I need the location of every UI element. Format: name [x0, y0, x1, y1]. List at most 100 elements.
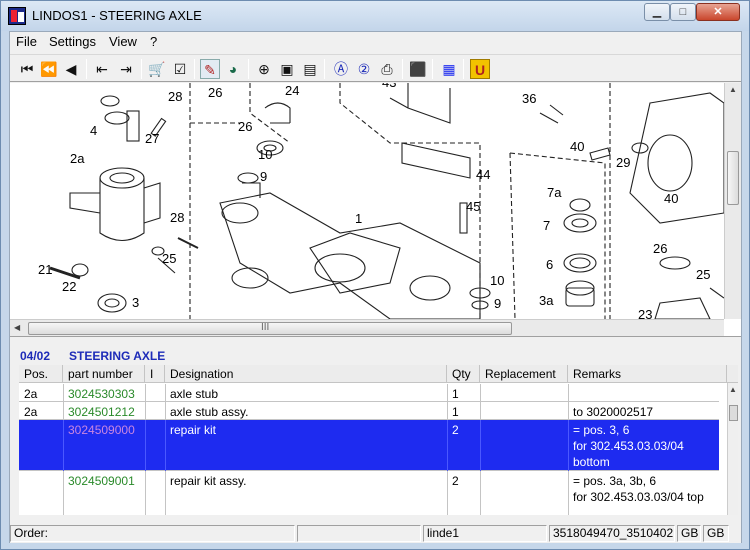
checklist-icon[interactable]: ☑ — [170, 59, 190, 79]
cell-remarks: to 3020002517 — [573, 405, 654, 419]
toolbar-separator — [432, 59, 433, 79]
callout: 9 — [494, 296, 501, 311]
globe-icon[interactable]: ◕ — [223, 59, 243, 79]
callout: 28 — [170, 210, 184, 225]
prev-icon[interactable]: ◀ — [61, 59, 81, 79]
scroll-left-icon[interactable]: ◀ — [14, 323, 20, 332]
column-divider — [145, 402, 146, 420]
callout: 21 — [38, 262, 52, 277]
cell-qty: 2 — [452, 474, 459, 488]
callout: 1 — [355, 211, 362, 226]
section-code: 04/02 — [20, 349, 51, 363]
cell-remarks: bottom — [573, 455, 610, 469]
toolbar-separator — [402, 59, 403, 79]
table-row[interactable]: 3024509000 repair kit 2 = pos. 3, 6 for 302.… — [19, 420, 719, 471]
callout: 23 — [638, 307, 652, 319]
print-icon[interactable]: ⎙ — [377, 59, 397, 79]
minimize-button[interactable]: ▁ — [644, 3, 670, 21]
toolbar-separator — [86, 59, 87, 79]
cell-pos: 2a — [24, 405, 38, 419]
column-i[interactable]: I — [145, 365, 165, 383]
column-part-number[interactable]: part number — [63, 365, 145, 383]
table-row[interactable]: 2a 3024501212 axle stub assy. 1 to 302000251… — [19, 402, 719, 420]
app-logo-icon — [8, 7, 26, 25]
cell-remarks: = pos. 3, 6 — [573, 423, 630, 437]
callout: 25 — [162, 251, 176, 266]
cell-pos: 2a — [24, 387, 38, 401]
toolbar-separator — [324, 59, 325, 79]
maximize-button[interactable]: □ — [670, 3, 696, 21]
cell-designation: repair kit — [170, 423, 217, 437]
cart-icon[interactable]: 🛒 — [147, 59, 167, 79]
column-qty[interactable]: Qty — [447, 365, 480, 383]
book-back-icon[interactable]: ⇤ — [92, 59, 112, 79]
callout: 3a — [539, 293, 554, 308]
close-button[interactable]: ✕ — [696, 3, 740, 21]
user-field: linde1 — [423, 525, 547, 542]
callout: 44 — [476, 167, 490, 182]
callout: 3 — [132, 295, 139, 310]
help-icon[interactable]: ② — [354, 59, 374, 79]
callout: 6 — [546, 257, 553, 272]
ids-field: 3518049470_3510402 — [549, 525, 675, 542]
rewind-icon[interactable]: ⏪ — [39, 59, 59, 79]
info-a-icon[interactable]: Ⓐ — [331, 59, 351, 79]
callout: 10 — [258, 147, 272, 162]
column-pos[interactable]: Pos. — [19, 365, 63, 383]
exploded-drawing[interactable]: 28 4 27 2a 28 21 22 25 3 26 24 26 10 9 1… — [10, 83, 741, 337]
cell-part-number: 3024501212 — [68, 405, 135, 419]
menu-view[interactable]: View — [109, 34, 137, 49]
cell-part-number: 3024509000 — [68, 423, 135, 437]
callout: 26 — [238, 119, 252, 134]
callout: 43 — [382, 83, 396, 90]
drawing-vertical-thumb[interactable] — [727, 151, 739, 205]
callout: 24 — [285, 83, 299, 98]
first-icon[interactable]: ⏮ — [17, 59, 37, 79]
menu-settings[interactable]: Settings — [49, 34, 96, 49]
column-divider — [480, 420, 481, 471]
menu-help[interactable]: ? — [150, 34, 157, 49]
column-remarks[interactable]: Remarks — [568, 365, 727, 383]
callout: 9 — [260, 169, 267, 184]
drawing-horizontal-scrollbar[interactable]: ◀ III — [10, 319, 724, 336]
thumb-grip: III — [261, 322, 270, 333]
table-row[interactable]: 3024509001 repair kit assy. 2 = pos. 3a, 3b… — [19, 471, 719, 515]
status-empty-field — [297, 525, 421, 542]
column-designation[interactable]: Designation — [165, 365, 447, 383]
cell-qty: 1 — [452, 405, 459, 419]
status-bar: Order: linde1 3518049470_3510402 GB GB — [10, 523, 741, 543]
toolbar-separator — [463, 59, 464, 79]
column-replacement[interactable]: Replacement — [480, 365, 568, 383]
table-vertical-scrollbar[interactable]: ▲ — [727, 383, 738, 515]
u-icon[interactable]: U — [470, 59, 490, 79]
scroll-up-icon[interactable]: ▲ — [729, 385, 737, 394]
title-bar: LINDOS1 - STEERING AXLE ▁ □ ✕ — [1, 1, 749, 31]
cell-remarks: = pos. 3a, 3b, 6 — [573, 474, 657, 488]
callout: 28 — [168, 89, 182, 104]
menu-file[interactable]: File — [16, 34, 37, 49]
drawing-vertical-scrollbar[interactable]: ▲ — [724, 83, 741, 319]
callout: 10 — [490, 273, 504, 288]
book-forward-icon[interactable]: ⇥ — [116, 59, 136, 79]
app-window: LINDOS1 - STEERING AXLE ▁ □ ✕ File Setti… — [0, 0, 750, 550]
callout: 45 — [466, 199, 480, 214]
section-header: 04/02 STEERING AXLE — [10, 347, 741, 365]
table-row[interactable]: 2a 3024530303 axle stub 1 — [19, 384, 719, 402]
toolbar-separator — [194, 59, 195, 79]
callout: 22 — [62, 279, 76, 294]
drawing-horizontal-thumb[interactable]: III — [28, 322, 512, 335]
page-icon[interactable]: ▣ — [277, 59, 297, 79]
page-alt-icon[interactable]: ▤ — [300, 59, 320, 79]
scroll-up-icon[interactable]: ▲ — [729, 85, 737, 94]
table-scroll-thumb[interactable] — [729, 405, 738, 421]
cell-part-number: 3024530303 — [68, 387, 135, 401]
cell-designation: axle stub — [170, 387, 219, 401]
export-icon[interactable]: ⬛ — [408, 59, 428, 79]
toolbar-separator — [248, 59, 249, 79]
column-divider — [480, 384, 481, 402]
callout: 40 — [570, 139, 584, 154]
pencil-icon[interactable]: ✎ — [200, 59, 220, 79]
grid-icon[interactable]: ▦ — [439, 59, 459, 79]
cell-part-number: 3024509001 — [68, 474, 135, 488]
zoom-icon[interactable]: ⊕ — [254, 59, 274, 79]
